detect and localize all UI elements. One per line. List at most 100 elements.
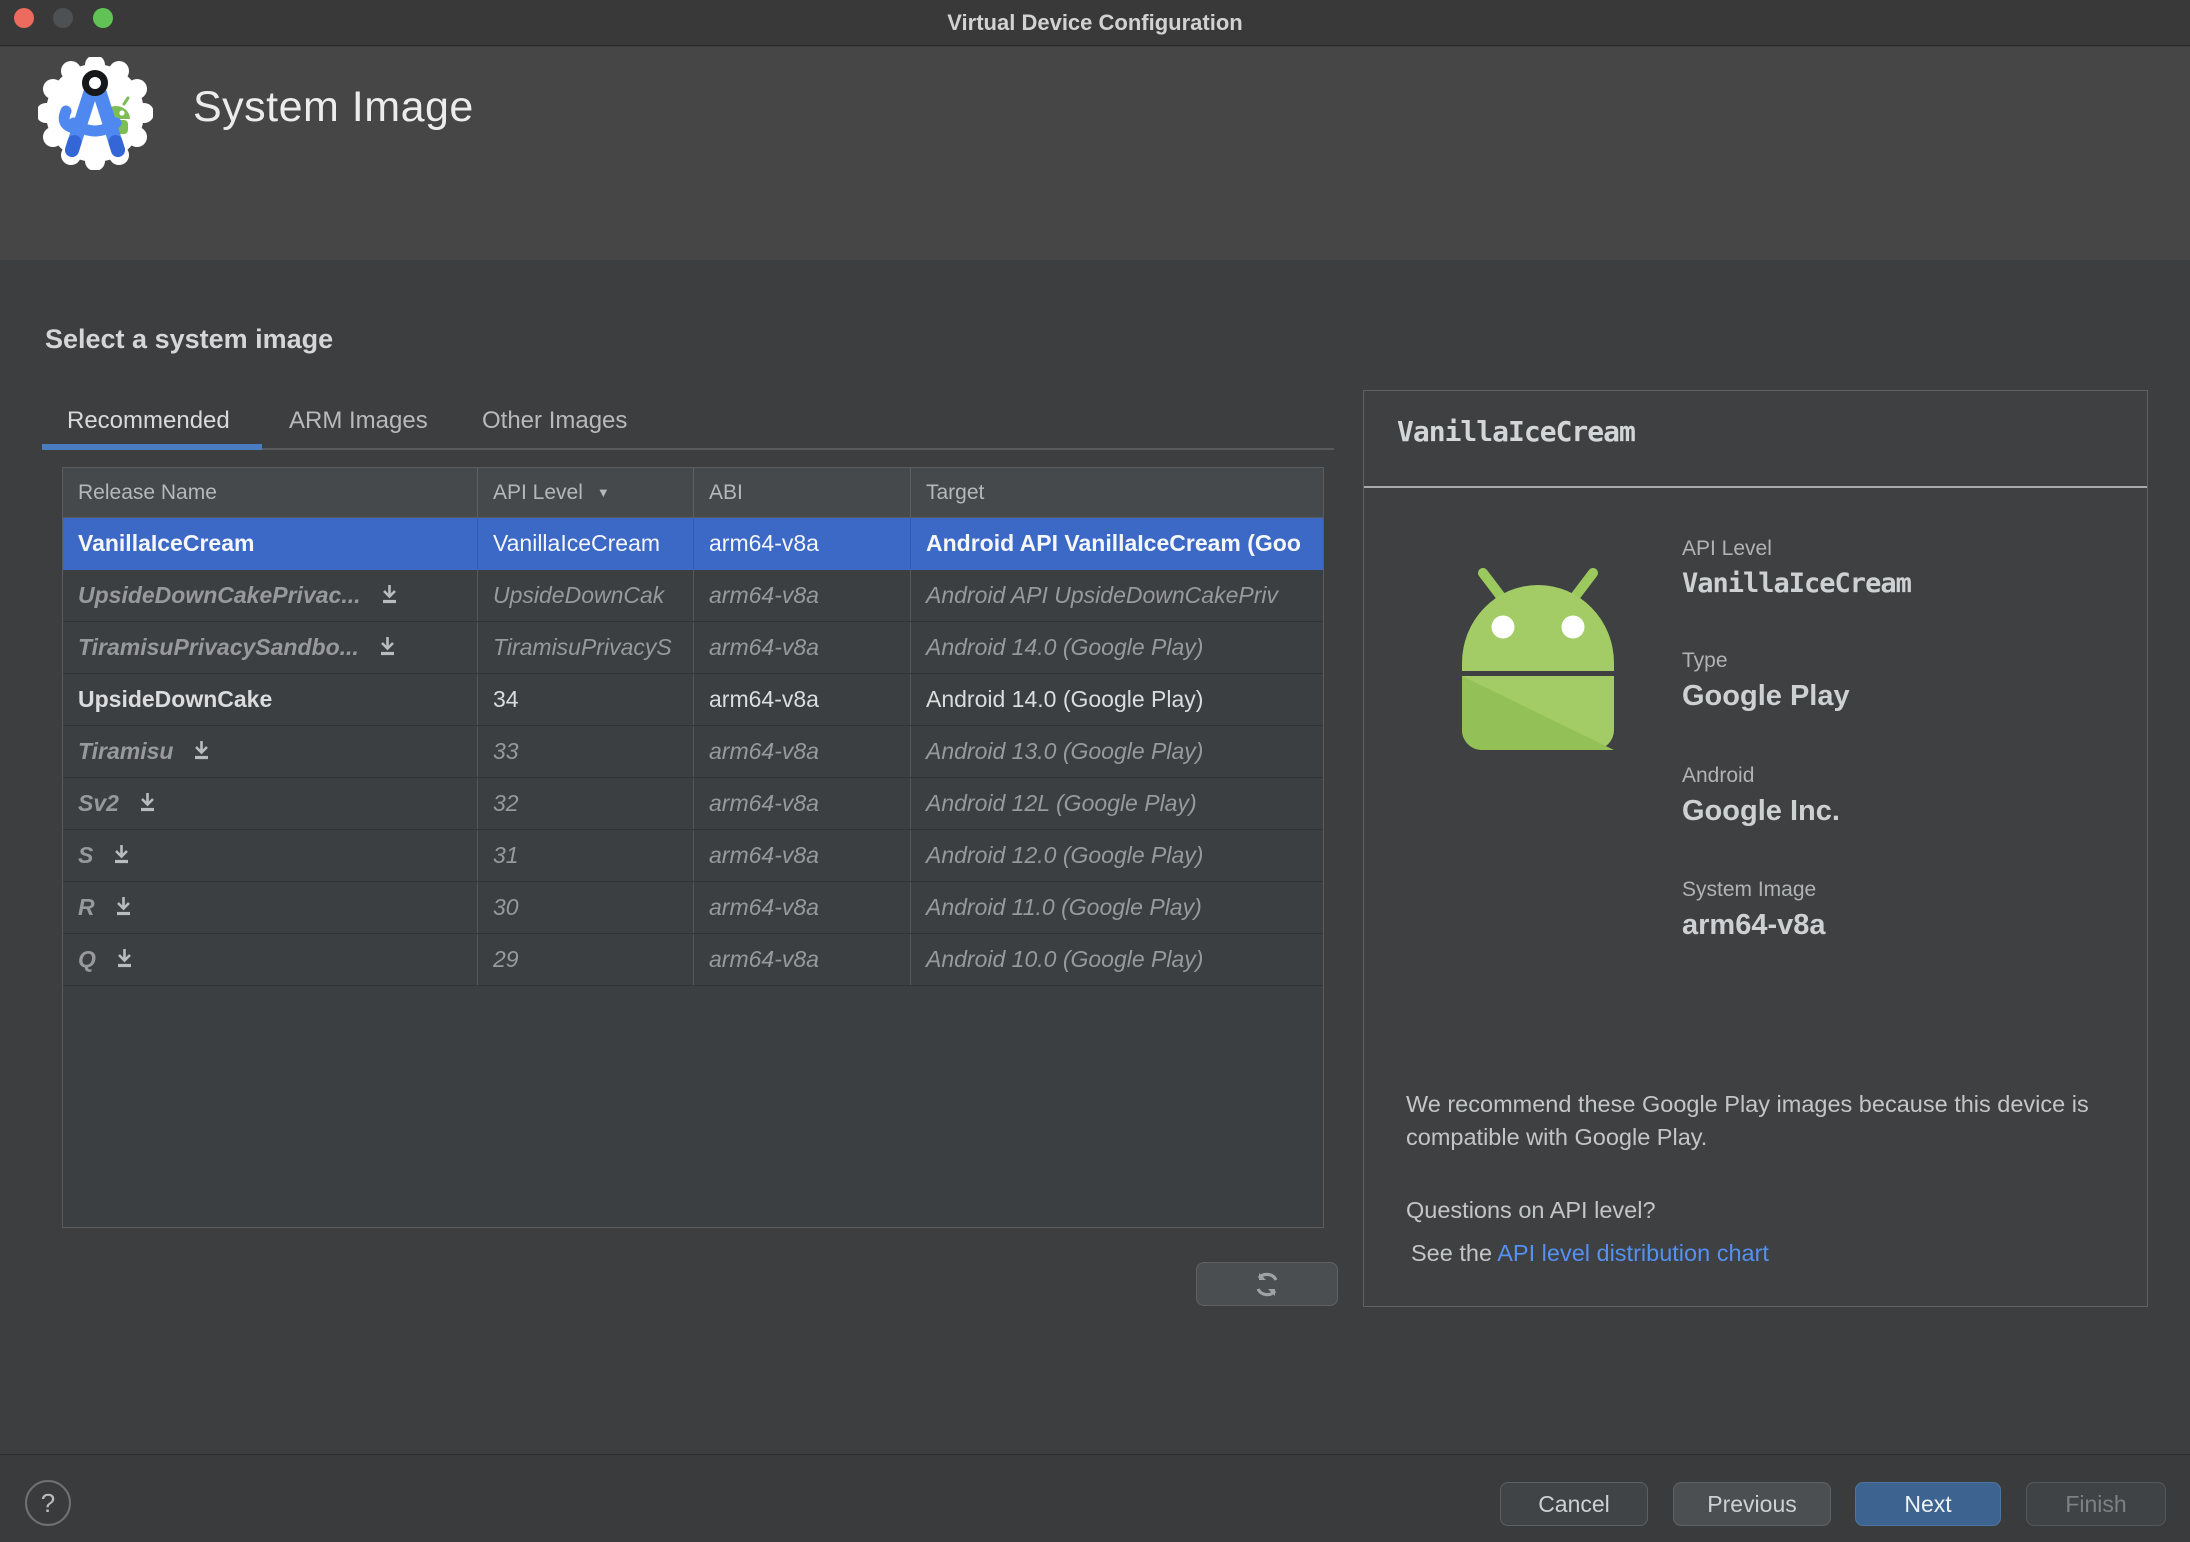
- type-label: Type: [1682, 649, 1728, 672]
- spec-vendor: Android Google Inc.: [1682, 764, 1840, 828]
- see-the-text: See the API level distribution chart: [1411, 1240, 1769, 1266]
- footer-bar: ? Cancel Previous Next Finish: [0, 1454, 2190, 1542]
- android-studio-logo-icon: [38, 57, 153, 170]
- tab-other-images[interactable]: Other Images: [482, 398, 627, 448]
- download-icon[interactable]: [114, 947, 135, 969]
- download-icon[interactable]: [111, 843, 132, 865]
- content-area: Select a system image Recommended ARM Im…: [0, 260, 2190, 1454]
- abi-cell: arm64-v8a: [694, 674, 911, 725]
- table-row[interactable]: Sv2 32 arm64-v8a Android 12L (Google Pla…: [63, 778, 1323, 830]
- table-row[interactable]: UpsideDownCake 34 arm64-v8a Android 14.0…: [63, 674, 1323, 726]
- target-cell: Android 12L (Google Play): [926, 790, 1197, 816]
- page-title: System Image: [193, 83, 474, 131]
- next-button[interactable]: Next: [1855, 1482, 2001, 1526]
- api-level-cell: 34: [478, 674, 694, 725]
- download-icon[interactable]: [137, 791, 158, 813]
- api-distribution-chart-link[interactable]: API level distribution chart: [1497, 1240, 1769, 1266]
- system-image-details-panel: VanillaIceCream API Level VanillaIceCrea…: [1363, 390, 2148, 1307]
- previous-button[interactable]: Previous: [1673, 1482, 1831, 1526]
- api-level-cell: 32: [478, 778, 694, 829]
- download-icon[interactable]: [191, 739, 212, 761]
- release-name-cell: R: [63, 882, 478, 933]
- abi-cell: arm64-v8a: [694, 622, 911, 673]
- recommendation-note: We recommend these Google Play images be…: [1406, 1091, 2089, 1150]
- api-level-value: VanillaIceCream: [1682, 568, 1912, 599]
- target-cell: Android API UpsideDownCakePriv: [926, 582, 1278, 608]
- download-icon[interactable]: [113, 895, 134, 917]
- column-header-abi[interactable]: ABI: [694, 468, 911, 517]
- abi-cell: arm64-v8a: [694, 882, 911, 933]
- system-image-label: System Image: [1682, 878, 1817, 901]
- release-name-cell: Q: [63, 934, 478, 985]
- target-cell: Android 12.0 (Google Play): [926, 842, 1204, 868]
- spec-system-image: System Image arm64-v8a: [1682, 878, 1826, 942]
- active-tab-underline: [42, 444, 262, 450]
- panel-divider: [1364, 486, 2147, 488]
- target-cell: Android 14.0 (Google Play): [926, 686, 1204, 712]
- api-level-cell: 33: [478, 726, 694, 777]
- abi-cell: arm64-v8a: [694, 934, 911, 985]
- cancel-button[interactable]: Cancel: [1500, 1482, 1648, 1526]
- virtual-device-configuration-window: Virtual Device Configuration System Imag…: [0, 0, 2190, 1542]
- release-name-cell: Sv2: [63, 778, 478, 829]
- api-question-text: Questions on API level?: [1406, 1197, 1656, 1223]
- wizard-header: System Image: [0, 47, 2190, 260]
- target-cell: Android 11.0 (Google Play): [926, 894, 1202, 920]
- api-level-cell: 31: [478, 830, 694, 881]
- target-cell: Android 13.0 (Google Play): [926, 738, 1204, 764]
- spec-api-level: API Level VanillaIceCream: [1682, 537, 1912, 599]
- column-header-target[interactable]: Target: [911, 468, 1323, 517]
- section-heading: Select a system image: [45, 324, 334, 354]
- window-title: Virtual Device Configuration: [947, 10, 1243, 35]
- tab-recommended[interactable]: Recommended: [67, 398, 230, 448]
- release-name-cell: S: [63, 830, 478, 881]
- refresh-button[interactable]: [1196, 1262, 1338, 1306]
- column-header-api-level[interactable]: API Level ▼: [478, 468, 694, 517]
- target-cell: Android 10.0 (Google Play): [926, 946, 1204, 972]
- table-body: VanillaIceCream VanillaIceCream arm64-v8…: [63, 518, 1323, 986]
- abi-cell: arm64-v8a: [694, 830, 911, 881]
- table-row[interactable]: R 30 arm64-v8a Android 11.0 (Google Play…: [63, 882, 1323, 934]
- api-level-cell: TiramisuPrivacyS: [478, 622, 694, 673]
- api-level-label: API Level: [1682, 537, 1772, 560]
- abi-cell: arm64-v8a: [694, 518, 911, 569]
- selected-image-title: VanillaIceCream: [1397, 415, 1636, 448]
- refresh-icon: [1256, 1272, 1278, 1297]
- api-level-cell: 29: [478, 934, 694, 985]
- table-row[interactable]: VanillaIceCream VanillaIceCream arm64-v8…: [63, 518, 1323, 570]
- system-image-value: arm64-v8a: [1682, 909, 1826, 941]
- system-image-table: Release Name API Level ▼ ABI Target Vanil…: [62, 467, 1324, 1228]
- help-button[interactable]: ?: [25, 1480, 71, 1526]
- vendor-value: Google Inc.: [1682, 795, 1840, 827]
- finish-button: Finish: [2026, 1482, 2166, 1526]
- table-row[interactable]: Q 29 arm64-v8a Android 10.0 (Google Play…: [63, 934, 1323, 986]
- api-level-cell: 30: [478, 882, 694, 933]
- abi-cell: arm64-v8a: [694, 726, 911, 777]
- target-cell: Android API VanillaIceCream (Goo: [926, 530, 1301, 556]
- release-name-cell: Tiramisu: [63, 726, 478, 777]
- abi-cell: arm64-v8a: [694, 778, 911, 829]
- type-value: Google Play: [1682, 680, 1850, 712]
- download-icon[interactable]: [377, 635, 398, 657]
- spec-type: Type Google Play: [1682, 649, 1850, 713]
- release-name-cell: UpsideDownCakePrivac...: [63, 570, 478, 621]
- target-cell: Android 14.0 (Google Play): [926, 634, 1204, 660]
- release-name-cell: UpsideDownCake: [63, 674, 478, 725]
- api-level-cell: VanillaIceCream: [478, 518, 694, 569]
- tab-arm-images[interactable]: ARM Images: [289, 398, 428, 448]
- abi-cell: arm64-v8a: [694, 570, 911, 621]
- sort-desc-icon: ▼: [596, 485, 610, 500]
- table-row[interactable]: S 31 arm64-v8a Android 12.0 (Google Play…: [63, 830, 1323, 882]
- table-header-row: Release Name API Level ▼ ABI Target: [63, 468, 1323, 518]
- release-name-cell: TiramisuPrivacySandbo...: [63, 622, 478, 673]
- android-robot-icon: [1462, 568, 1614, 750]
- column-header-release-name[interactable]: Release Name: [63, 468, 478, 517]
- image-tabs: Recommended ARM Images Other Images: [42, 398, 1334, 450]
- vendor-label: Android: [1682, 764, 1755, 787]
- titlebar: Virtual Device Configuration: [0, 0, 2190, 46]
- download-icon[interactable]: [379, 583, 400, 605]
- table-row[interactable]: Tiramisu 33 arm64-v8a Android 13.0 (Goog…: [63, 726, 1323, 778]
- api-level-cell: UpsideDownCak: [478, 570, 694, 621]
- table-row[interactable]: TiramisuPrivacySandbo... TiramisuPrivacy…: [63, 622, 1323, 674]
- table-row[interactable]: UpsideDownCakePrivac... UpsideDownCak ar…: [63, 570, 1323, 622]
